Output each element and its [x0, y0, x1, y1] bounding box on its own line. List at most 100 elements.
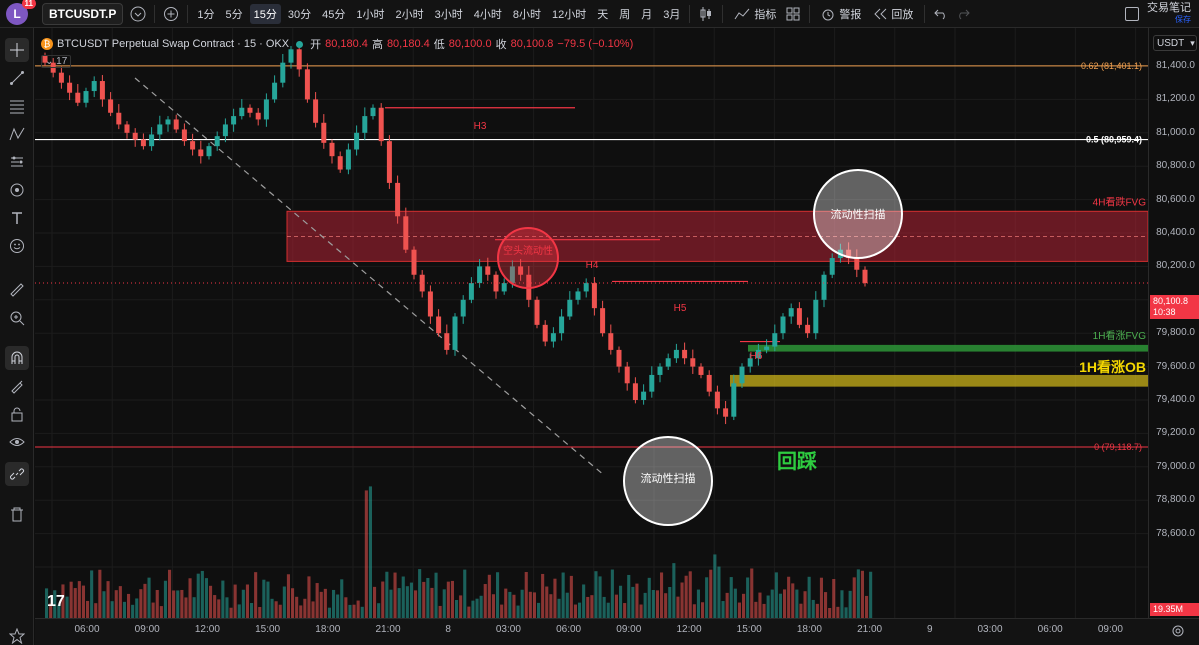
compare-add-icon[interactable]: [160, 3, 182, 25]
timeframe-option[interactable]: 30分: [284, 4, 315, 24]
timeframe-option[interactable]: 8小时: [509, 4, 545, 24]
candle-style-icon[interactable]: [695, 3, 717, 25]
layouts-grid-icon[interactable]: [782, 3, 804, 25]
volume-bar: [512, 594, 516, 618]
timeframe-option[interactable]: 3月: [659, 4, 684, 24]
bitcoin-icon: ₿: [41, 38, 53, 50]
volume-bar: [106, 581, 110, 618]
volume-bar: [299, 605, 303, 618]
volume-bar: [553, 578, 557, 618]
candle-body: [575, 291, 581, 300]
zoom-in-icon[interactable]: [5, 306, 29, 330]
emoji-icon[interactable]: [5, 234, 29, 258]
price-tick-label: 80,800.0: [1156, 160, 1195, 172]
price-tick-label: 79,600.0: [1156, 360, 1195, 372]
redo-icon[interactable]: [952, 3, 974, 25]
trash-icon[interactable]: [5, 502, 29, 526]
candle-body: [616, 349, 622, 367]
fib-retracement-icon[interactable]: [5, 94, 29, 118]
volume-bar: [848, 590, 852, 618]
lock-icon[interactable]: [5, 402, 29, 426]
alert-button[interactable]: 警报: [815, 6, 867, 22]
magnet-icon[interactable]: [5, 346, 29, 370]
crosshair-icon[interactable]: [5, 38, 29, 62]
volume-bar: [754, 601, 758, 618]
timeframe-option[interactable]: 月: [637, 4, 656, 24]
chart-pane[interactable]: 0.62 (81,401.1) 0.5 (80,959.4) 0 (79,118.7…: [35, 28, 1148, 618]
volume-bar: [701, 602, 705, 618]
legend-title: BTCUSDT Perpetual Swap Contract · 15 · O…: [57, 38, 290, 50]
indicator-count-toggle[interactable]: ⌄ 17: [41, 55, 72, 68]
indicator-count: 17: [56, 56, 68, 67]
currency-selector[interactable]: USDT ▾: [1153, 35, 1197, 51]
timeframe-option[interactable]: 1分: [193, 4, 218, 24]
volume-bar: [450, 580, 454, 618]
volume-bar: [409, 582, 413, 618]
link-icon[interactable]: [5, 462, 29, 486]
user-avatar[interactable]: L 11: [6, 0, 36, 25]
trend-line-icon[interactable]: [5, 66, 29, 90]
ruler-icon[interactable]: [5, 278, 29, 302]
top-toolbar: L 11 BTCUSDT.P 1分 5分 15分 30分 45分 1小时 2小时 3小时 4小时…: [0, 0, 1199, 28]
timeframe-option[interactable]: 周: [615, 4, 634, 24]
divider: [809, 4, 811, 23]
volume-bar: [557, 598, 561, 618]
settings-gear-icon[interactable]: [1171, 624, 1185, 641]
volume-bar: [414, 590, 418, 618]
candle-body: [550, 333, 556, 342]
timeframe-option[interactable]: 5分: [221, 4, 246, 24]
timeframe-option[interactable]: 45分: [318, 4, 349, 24]
timeframe-option[interactable]: 2小时: [391, 4, 427, 24]
timeframe-option[interactable]: 3小时: [431, 4, 467, 24]
time-tick-label: 09:00: [1097, 624, 1123, 635]
ob-1h-bullish-label: 1H看涨OB: [1079, 359, 1146, 375]
volume-bar: [196, 573, 200, 618]
volume-bar: [270, 598, 274, 618]
volume-bar: [684, 575, 688, 618]
volume-bar: [803, 591, 807, 618]
candle-body: [75, 92, 81, 103]
star-icon[interactable]: [5, 624, 29, 645]
volume-bar: [639, 604, 643, 618]
candle-body: [132, 132, 138, 140]
timeframe-option[interactable]: 1小时: [352, 4, 388, 24]
candle-body: [723, 408, 729, 417]
fullscreen-square-icon[interactable]: [1125, 7, 1139, 21]
candle-body: [214, 136, 220, 147]
watchlist-heart-icon[interactable]: [127, 3, 149, 25]
brush-icon[interactable]: [5, 178, 29, 202]
time-tick-label: 06:00: [556, 624, 582, 635]
candle-body: [460, 299, 466, 317]
candle-body: [649, 374, 655, 392]
candle-body: [731, 383, 737, 417]
symbol-search[interactable]: BTCUSDT.P: [42, 2, 124, 25]
volume-bar: [266, 581, 270, 618]
timeframe-option[interactable]: 12小时: [548, 4, 590, 24]
timeframe-option[interactable]: 15分: [249, 3, 281, 24]
time-axis[interactable]: 06:00 09:00 12:00 15:00 18:00 21:00 8 03:00 06:0…: [35, 618, 1199, 645]
candle-body: [354, 132, 360, 150]
timeframe-option[interactable]: 4小时: [470, 4, 506, 24]
price-chart[interactable]: 0.62 (81,401.1) 0.5 (80,959.4) 0 (79,118.7…: [35, 28, 1148, 618]
eye-icon[interactable]: [5, 430, 29, 454]
open-value: 80,180.4: [325, 38, 368, 50]
price-axis[interactable]: USDT ▾ 81,400.0 81,200.0 81,000.0 80,800.0 8…: [1148, 28, 1199, 618]
forecast-icon[interactable]: [5, 150, 29, 174]
candle-body: [247, 107, 253, 113]
volume-bar: [709, 569, 713, 618]
candle-body: [116, 112, 122, 125]
lock-drawings-icon[interactable]: [5, 374, 29, 398]
volume-bar: [233, 584, 237, 618]
volume-bar: [660, 572, 664, 618]
candle-body: [665, 358, 671, 367]
text-icon[interactable]: [5, 206, 29, 230]
pattern-icon[interactable]: [5, 122, 29, 146]
volume-bar: [81, 585, 85, 618]
candle-body: [395, 182, 401, 217]
indicators-button[interactable]: 指标: [728, 6, 782, 22]
trade-notes-button[interactable]: 交易笔记 保存: [1147, 3, 1191, 25]
undo-icon[interactable]: [930, 3, 952, 25]
replay-button[interactable]: 回放: [867, 6, 919, 22]
divider: [722, 4, 724, 23]
timeframe-option[interactable]: 天: [593, 4, 612, 24]
